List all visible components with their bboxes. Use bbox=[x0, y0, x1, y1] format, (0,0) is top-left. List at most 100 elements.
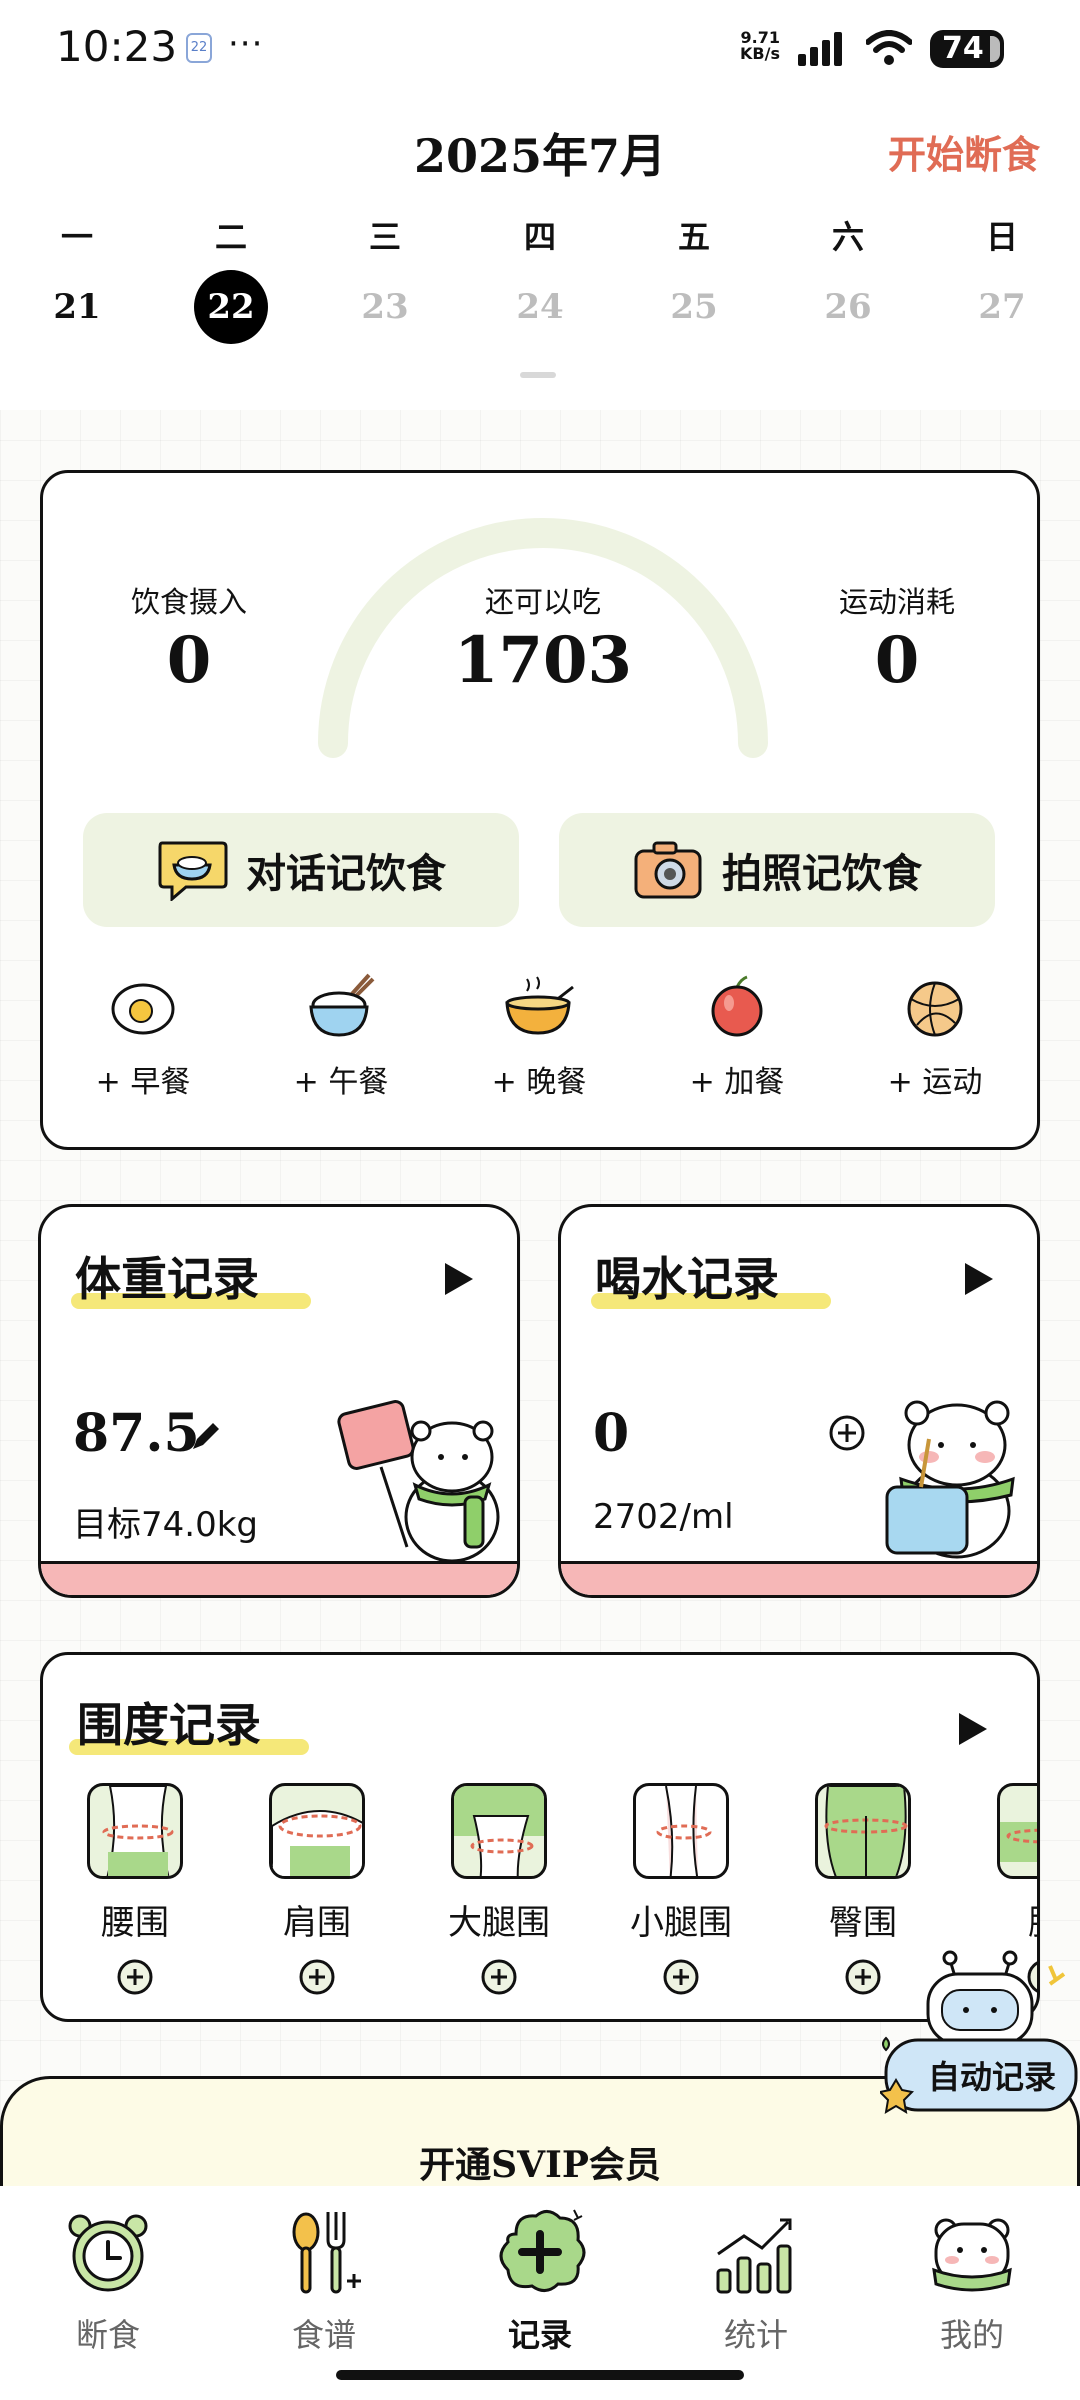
weight-record-card[interactable]: 体重记录 87.5 目标74.0kg bbox=[38, 1204, 520, 1598]
add-circle-icon[interactable] bbox=[116, 1958, 154, 1996]
bear-scale-illustration bbox=[337, 1400, 500, 1563]
fried-egg-icon bbox=[111, 983, 175, 1035]
dinner-label: + 晚餐 bbox=[491, 1065, 587, 1100]
chest-icon bbox=[997, 1783, 1037, 1879]
photo-log-food-label: 拍照记饮食 bbox=[722, 851, 922, 897]
bear-face-icon bbox=[932, 2218, 1012, 2292]
intake-value: 0 bbox=[166, 623, 212, 698]
waist-label: 腰围 bbox=[101, 1903, 169, 1943]
tab-statistics[interactable]: 统计 bbox=[676, 2204, 836, 2356]
date-cell-selected[interactable]: 22 bbox=[194, 270, 268, 344]
burn-label: 运动消耗 bbox=[838, 585, 955, 619]
add-snack-button[interactable]: + 加餐 bbox=[647, 973, 827, 1101]
snack-label: + 加餐 bbox=[689, 1065, 785, 1100]
waist-icon bbox=[87, 1783, 183, 1879]
weekday-label: 三 bbox=[368, 218, 401, 256]
add-exercise-button[interactable]: + 运动 bbox=[845, 973, 1025, 1101]
date-cell[interactable]: 24 bbox=[503, 270, 577, 344]
circumference-card-title: 围度记录 bbox=[77, 1698, 261, 1752]
add-breakfast-button[interactable]: + 早餐 bbox=[53, 973, 233, 1101]
waist-item[interactable]: 腰围 bbox=[65, 1783, 205, 2000]
add-dinner-button[interactable]: + 晚餐 bbox=[449, 973, 629, 1101]
basketball-icon bbox=[907, 981, 963, 1037]
photo-log-food-button[interactable]: 拍照记饮食 bbox=[559, 813, 995, 927]
breakfast-label: + 早餐 bbox=[95, 1065, 191, 1100]
clock-icon bbox=[68, 2214, 148, 2292]
add-lunch-button[interactable]: + 午餐 bbox=[251, 973, 431, 1101]
home-indicator[interactable] bbox=[336, 2370, 744, 2380]
bar-chart-icon bbox=[716, 2218, 792, 2294]
tab-fasting-label: 断食 bbox=[75, 2316, 140, 2354]
thigh-icon bbox=[451, 1783, 547, 1879]
tab-statistics-label: 统计 bbox=[723, 2316, 788, 2354]
apple-icon bbox=[711, 975, 763, 1037]
auto-record-floating-button[interactable]: 自动记录 bbox=[877, 1940, 1080, 2120]
rice-bowl-icon bbox=[309, 973, 375, 1037]
signal-icon bbox=[798, 32, 842, 66]
chat-log-food-button[interactable]: 对话记饮食 bbox=[83, 813, 519, 927]
weekday-label: 日 bbox=[985, 218, 1018, 256]
water-record-card[interactable]: 喝水记录 0 2702/ml bbox=[558, 1204, 1040, 1598]
start-fasting-button[interactable]: 开始断食 bbox=[888, 124, 1040, 179]
water-value: 0 bbox=[593, 1403, 630, 1464]
tab-profile[interactable]: 我的 bbox=[892, 2204, 1052, 2356]
intake-label: 饮食摄入 bbox=[130, 585, 247, 619]
tab-recipes[interactable]: 食谱 bbox=[244, 2204, 404, 2356]
thigh-item[interactable]: 大腿围 bbox=[429, 1783, 569, 2000]
chest-label: 胸 bbox=[975, 1895, 1037, 1944]
date-cell[interactable]: 25 bbox=[657, 270, 731, 344]
calorie-card: 饮食摄入 0 还可以吃 1703 运动消耗 0 对话记饮食 拍照记饮食 + 早餐 bbox=[40, 470, 1040, 1150]
weight-target: 目标74.0kg bbox=[73, 1505, 258, 1545]
calf-icon bbox=[633, 1783, 729, 1879]
hip-label: 臀围 bbox=[829, 1903, 897, 1943]
exercise-label: + 运动 bbox=[887, 1065, 983, 1100]
status-time: 10:23 bbox=[56, 22, 178, 71]
weekday-label: 六 bbox=[831, 218, 864, 256]
add-water-icon[interactable] bbox=[827, 1413, 867, 1453]
weight-value[interactable]: 87.5 bbox=[73, 1403, 200, 1464]
weekday-label: 五 bbox=[677, 218, 710, 256]
weekday-label: 二 bbox=[214, 218, 247, 256]
date-cell[interactable]: 21 bbox=[40, 270, 114, 344]
remaining-label: 还可以吃 bbox=[484, 585, 601, 619]
water-card-title: 喝水记录 bbox=[595, 1252, 779, 1306]
plus-cloud-icon bbox=[499, 2209, 586, 2292]
play-arrow-icon[interactable] bbox=[955, 1711, 989, 1747]
bear-drink-illustration bbox=[885, 1400, 1015, 1559]
expand-calendar-handle[interactable] bbox=[520, 372, 556, 378]
weekday-row: 一 二 三 四 五 六 日 bbox=[0, 212, 1080, 272]
card-footer-stripe bbox=[561, 1561, 1037, 1595]
network-speed: 9.71 KB/s bbox=[730, 30, 780, 62]
date-cell[interactable]: 23 bbox=[348, 270, 422, 344]
add-circle-icon[interactable] bbox=[480, 1958, 518, 1996]
date-cell[interactable]: 26 bbox=[811, 270, 885, 344]
add-circle-icon[interactable] bbox=[298, 1958, 336, 1996]
svip-text[interactable]: 开通SVIP会员 bbox=[0, 2136, 1080, 2188]
calf-label: 小腿围 bbox=[630, 1903, 732, 1943]
shoulder-label: 肩围 bbox=[283, 1903, 351, 1943]
wifi-icon bbox=[866, 30, 912, 65]
tab-fasting[interactable]: 断食 bbox=[28, 2204, 188, 2356]
chat-log-food-label: 对话记饮食 bbox=[246, 851, 446, 897]
shoulder-icon bbox=[269, 1783, 365, 1879]
play-arrow-icon[interactable] bbox=[961, 1261, 995, 1297]
burn-value: 0 bbox=[874, 623, 920, 698]
play-arrow-icon[interactable] bbox=[441, 1261, 475, 1297]
tab-records[interactable]: 记录 bbox=[460, 2204, 620, 2356]
thigh-label: 大腿围 bbox=[448, 1903, 550, 1943]
water-target: 2702/ml bbox=[593, 1497, 734, 1537]
utensils-icon bbox=[292, 2212, 361, 2294]
weekday-label: 四 bbox=[523, 218, 556, 256]
card-footer-stripe bbox=[41, 1561, 517, 1595]
soup-bowl-icon bbox=[505, 976, 574, 1035]
camera-icon bbox=[634, 841, 702, 899]
date-cell[interactable]: 27 bbox=[965, 270, 1039, 344]
battery-indicator: 74 bbox=[930, 30, 1004, 68]
pencil-icon[interactable] bbox=[189, 1419, 223, 1453]
weight-card-title: 体重记录 bbox=[75, 1252, 259, 1306]
add-circle-icon[interactable] bbox=[662, 1958, 700, 1996]
shoulder-item[interactable]: 肩围 bbox=[247, 1783, 387, 2000]
add-circle-icon[interactable] bbox=[844, 1958, 882, 1996]
remaining-value: 1703 bbox=[453, 623, 633, 698]
calf-item[interactable]: 小腿围 bbox=[611, 1783, 751, 2000]
